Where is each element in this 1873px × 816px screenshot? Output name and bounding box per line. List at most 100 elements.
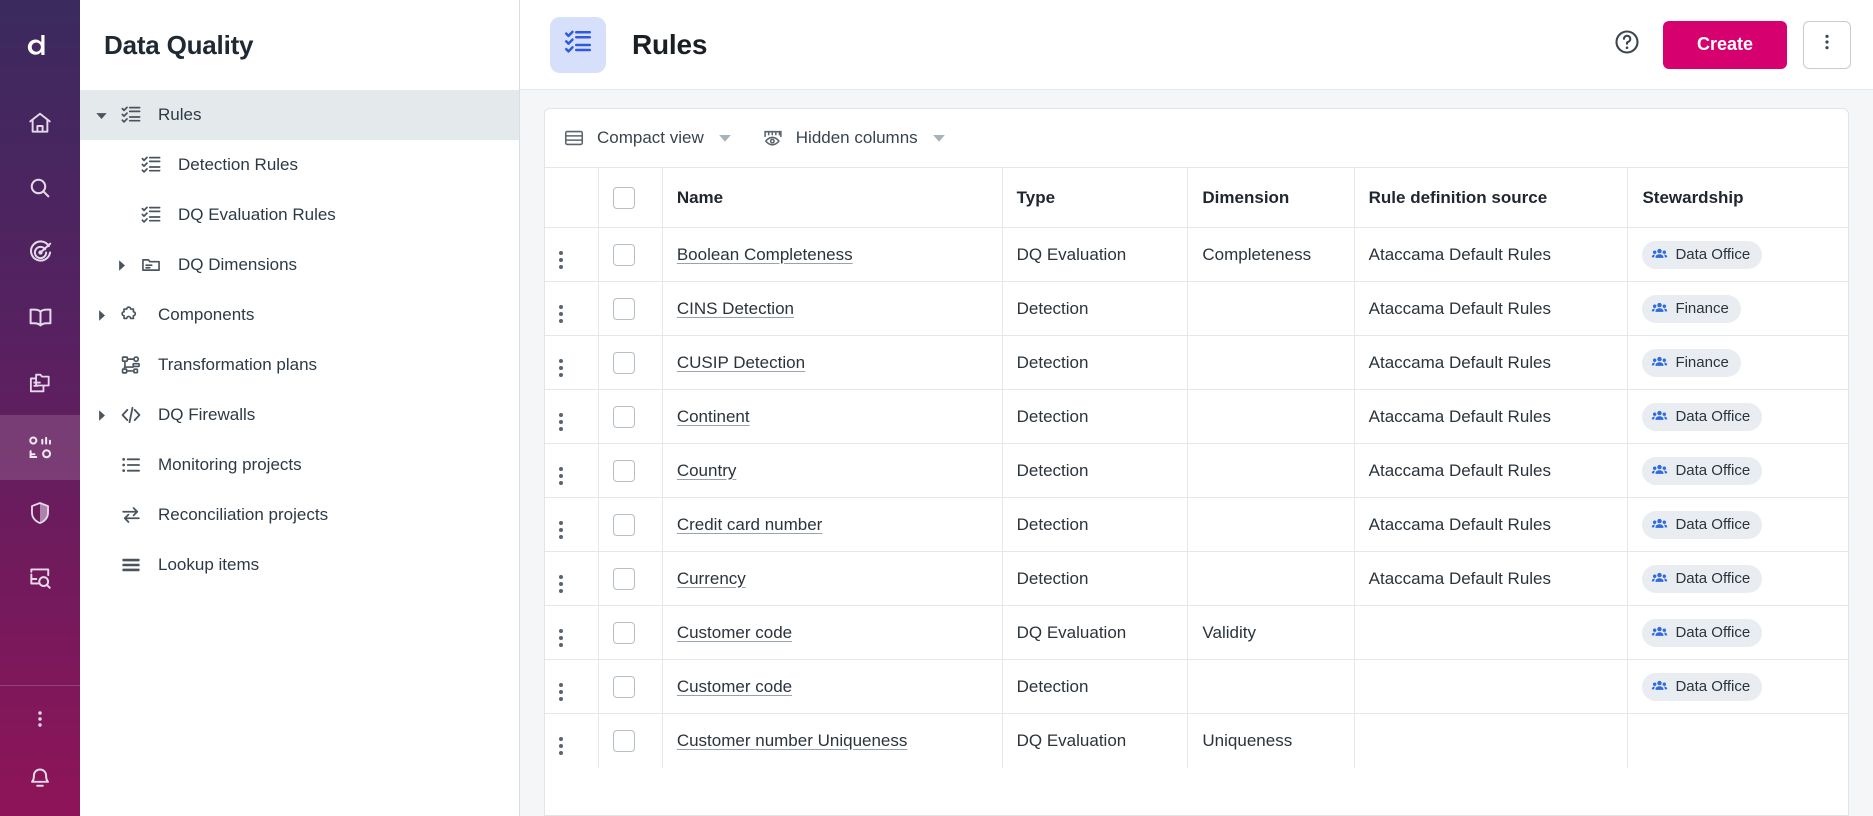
table-row[interactable]: Customer number UniquenessDQ EvaluationU… [545,714,1848,768]
rule-name-link[interactable]: Country [677,461,737,480]
row-actions-button[interactable] [559,359,563,377]
rail-item-data-quality[interactable] [0,415,80,480]
rail-item-radar[interactable] [0,220,80,285]
header-stewardship[interactable]: Stewardship [1628,168,1848,228]
row-select-cell[interactable] [599,552,663,606]
chevron-right-icon[interactable] [88,309,114,322]
stewardship-badge[interactable]: Data Office [1642,673,1762,701]
row-actions-button[interactable] [559,413,563,431]
header-type[interactable]: Type [1002,168,1188,228]
header-dimension[interactable]: Dimension [1188,168,1354,228]
table-row[interactable]: CUSIP DetectionDetectionAtaccama Default… [545,336,1848,390]
rule-name-link[interactable]: Continent [677,407,750,426]
row-select-cell[interactable] [599,498,663,552]
row-actions-cell[interactable] [545,336,599,390]
row-actions-button[interactable] [559,737,563,755]
row-select-cell[interactable] [599,660,663,714]
row-select-cell[interactable] [599,714,663,768]
row-actions-cell[interactable] [545,714,599,768]
header-name[interactable]: Name [662,168,1002,228]
stewardship-badge[interactable]: Data Office [1642,241,1762,269]
row-actions-cell[interactable] [545,390,599,444]
row-checkbox[interactable] [613,568,635,590]
row-select-cell[interactable] [599,228,663,282]
table-row[interactable]: Boolean CompletenessDQ EvaluationComplet… [545,228,1848,282]
sidebar-item-transformation-plans[interactable]: Transformation plans [80,340,519,390]
rule-name-link[interactable]: Currency [677,569,746,588]
page-more-button[interactable] [1803,21,1851,69]
rail-item-search[interactable] [0,155,80,220]
row-actions-cell[interactable] [545,660,599,714]
row-select-cell[interactable] [599,336,663,390]
hidden-columns-dropdown[interactable]: Hidden columns [762,127,946,149]
table-row[interactable]: ContinentDetectionAtaccama Default Rules… [545,390,1848,444]
rule-name-link[interactable]: CINS Detection [677,299,794,318]
table-row[interactable]: CurrencyDetectionAtaccama Default RulesD… [545,552,1848,606]
row-checkbox[interactable] [613,676,635,698]
rule-name-link[interactable]: Boolean Completeness [677,245,853,264]
row-actions-cell[interactable] [545,552,599,606]
row-select-cell[interactable] [599,282,663,336]
row-select-cell[interactable] [599,606,663,660]
table-row[interactable]: Customer codeDetectionData Office [545,660,1848,714]
rail-item-lineage[interactable] [0,545,80,610]
create-button[interactable]: Create [1663,21,1787,69]
row-checkbox[interactable] [613,406,635,428]
row-checkbox[interactable] [613,514,635,536]
row-checkbox[interactable] [613,298,635,320]
row-actions-cell[interactable] [545,498,599,552]
row-actions-cell[interactable] [545,606,599,660]
sidebar-item-detection-rules[interactable]: Detection Rules [80,140,519,190]
row-actions-button[interactable] [559,575,563,593]
row-actions-cell[interactable] [545,228,599,282]
row-actions-button[interactable] [559,521,563,539]
stewardship-badge[interactable]: Data Office [1642,511,1762,539]
row-checkbox[interactable] [613,460,635,482]
chevron-right-icon[interactable] [88,409,114,422]
sidebar-item-dq-dimensions[interactable]: DQ Dimensions [80,240,519,290]
stewardship-badge[interactable]: Data Office [1642,403,1762,431]
sidebar-item-rules[interactable]: Rules [80,90,519,140]
sidebar-item-reconciliation-projects[interactable]: Reconciliation projects [80,490,519,540]
row-actions-cell[interactable] [545,444,599,498]
sidebar-item-components[interactable]: Components [80,290,519,340]
rail-item-notifications[interactable] [0,751,80,816]
table-row[interactable]: Credit card numberDetectionAtaccama Defa… [545,498,1848,552]
stewardship-badge[interactable]: Data Office [1642,457,1762,485]
row-select-cell[interactable] [599,444,663,498]
rail-item-catalog[interactable] [0,285,80,350]
row-actions-cell[interactable] [545,282,599,336]
help-button[interactable] [1607,25,1647,65]
rail-item-governance[interactable] [0,480,80,545]
row-actions-button[interactable] [559,467,563,485]
table-row[interactable]: Customer codeDQ EvaluationValidityData O… [545,606,1848,660]
stewardship-badge[interactable]: Finance [1642,349,1740,377]
row-actions-button[interactable] [559,251,563,269]
rule-name-link[interactable]: Credit card number [677,515,823,534]
header-rule-definition-source[interactable]: Rule definition source [1354,168,1628,228]
row-actions-button[interactable] [559,629,563,647]
rule-name-link[interactable]: CUSIP Detection [677,353,805,372]
rule-name-link[interactable]: Customer code [677,623,792,642]
select-all-checkbox[interactable] [613,187,635,209]
stewardship-badge[interactable]: Finance [1642,295,1740,323]
rail-item-home[interactable] [0,90,80,155]
rule-name-link[interactable]: Customer code [677,677,792,696]
table-row[interactable]: CountryDetectionAtaccama Default RulesDa… [545,444,1848,498]
ataccama-a-logo[interactable] [0,0,80,90]
row-checkbox[interactable] [613,622,635,644]
sidebar-item-monitoring-projects[interactable]: Monitoring projects [80,440,519,490]
chevron-right-icon[interactable] [108,259,134,272]
rule-name-link[interactable]: Customer number Uniqueness [677,731,908,750]
row-checkbox[interactable] [613,352,635,374]
row-select-cell[interactable] [599,390,663,444]
table-row[interactable]: CINS DetectionDetectionAtaccama Default … [545,282,1848,336]
sidebar-item-dq-evaluation-rules[interactable]: DQ Evaluation Rules [80,190,519,240]
compact-view-dropdown[interactable]: Compact view [563,127,732,149]
row-actions-button[interactable] [559,305,563,323]
stewardship-badge[interactable]: Data Office [1642,619,1762,647]
stewardship-badge[interactable]: Data Office [1642,565,1762,593]
row-checkbox[interactable] [613,244,635,266]
row-checkbox[interactable] [613,730,635,752]
sidebar-item-lookup-items[interactable]: Lookup items [80,540,519,590]
